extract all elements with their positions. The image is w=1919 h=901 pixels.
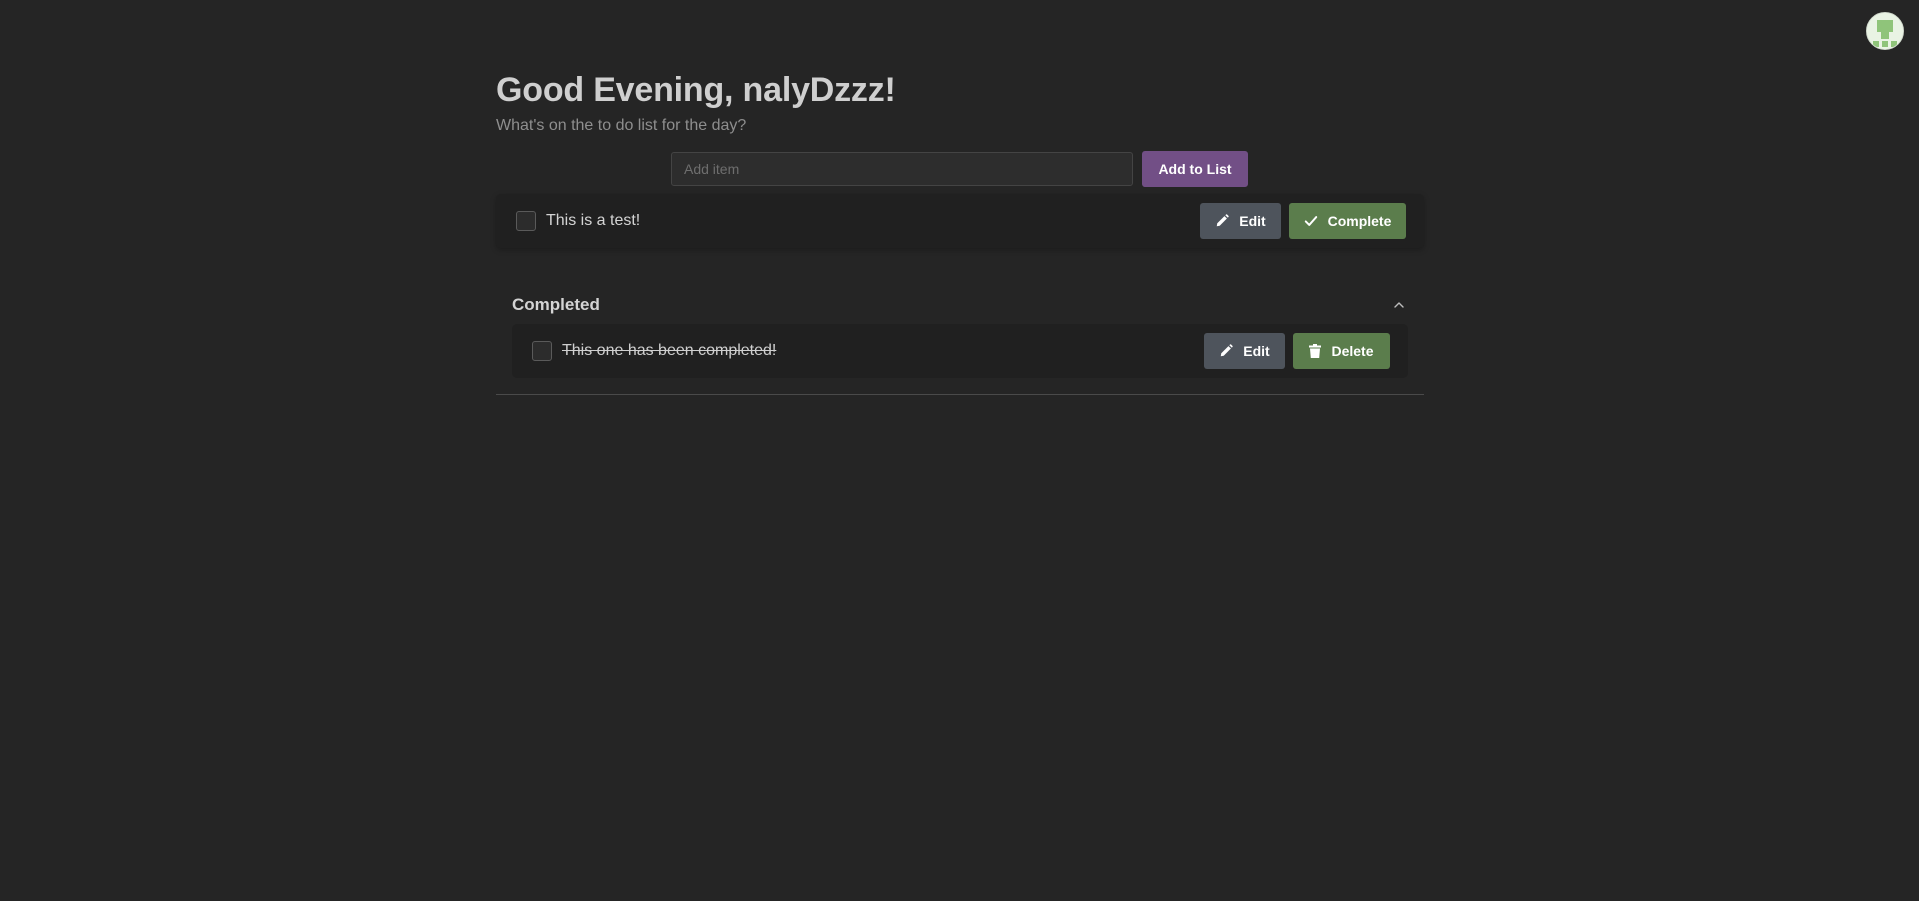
completed-title: Completed: [512, 295, 600, 314]
delete-button[interactable]: Delete: [1293, 333, 1390, 369]
add-item-input[interactable]: [671, 152, 1133, 186]
todo-item: This is a test! Edit Complete: [496, 194, 1424, 248]
pencil-icon: [1215, 214, 1230, 228]
completed-item: This one has been completed! Edit Delete: [512, 324, 1408, 378]
complete-button-label: Complete: [1327, 213, 1392, 229]
main-content: Good Evening, nalyDzzz! What's on the to…: [496, 68, 1424, 395]
pencil-icon: [1219, 344, 1234, 358]
completed-item-checkbox[interactable]: [532, 341, 552, 361]
page-subtitle: What's on the to do list for the day?: [496, 117, 747, 134]
user-avatar[interactable]: [1866, 12, 1904, 50]
completed-section: Completed This one has been completed! E…: [496, 274, 1424, 395]
delete-button-label: Delete: [1331, 343, 1374, 359]
completed-header[interactable]: Completed: [512, 290, 1408, 320]
edit-button[interactable]: Edit: [1204, 333, 1285, 369]
complete-button[interactable]: Complete: [1289, 203, 1406, 239]
add-to-list-button[interactable]: Add to List: [1142, 151, 1248, 187]
edit-button-label: Edit: [1243, 343, 1270, 359]
completed-item-text: This one has been completed!: [562, 342, 777, 359]
edit-button[interactable]: Edit: [1200, 203, 1281, 239]
edit-button-label: Edit: [1239, 213, 1266, 229]
trash-icon: [1309, 344, 1322, 358]
user-avatar-icon: [1867, 13, 1903, 49]
check-icon: [1304, 214, 1318, 228]
todo-checkbox[interactable]: [516, 211, 536, 231]
add-item-form: Add to List: [671, 151, 1248, 187]
todo-item-text: This is a test!: [546, 212, 641, 229]
chevron-up-icon[interactable]: [1390, 296, 1408, 314]
page-title: Good Evening, nalyDzzz!: [496, 71, 896, 109]
